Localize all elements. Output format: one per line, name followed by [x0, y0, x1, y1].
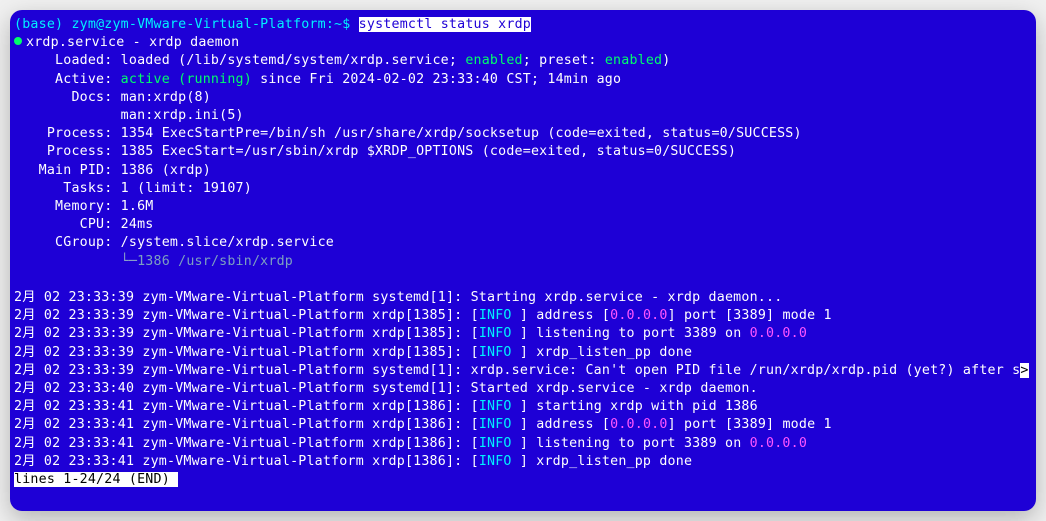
log-info-tag: INFO	[479, 326, 520, 341]
process-1: Process: 1354 ExecStartPre=/bin/sh /usr/…	[14, 126, 802, 141]
log-ts: 2月 02 23:33:41 zym-VMware-Virtual-Platfo…	[14, 399, 471, 414]
unit-line: xrdp.service - xrdp daemon	[26, 35, 239, 50]
log-bracket: ]	[520, 345, 536, 360]
cgroup-child-prefix: └─	[14, 254, 137, 269]
prompt-env: (base)	[14, 17, 63, 32]
loaded-value-a: loaded (/lib/systemd/system/xrdp.service…	[112, 53, 465, 68]
log-msg: xrdp_listen_pp done	[536, 454, 692, 469]
log-info-tag: INFO	[479, 454, 520, 469]
log-info-tag: INFO	[479, 436, 520, 451]
log-bracket: ]	[520, 454, 536, 469]
cpu: CPU: 24ms	[14, 217, 154, 232]
loaded-value-b: ; preset:	[523, 53, 605, 68]
docs-label: Docs:	[14, 90, 112, 105]
log-ts: 2月 02 23:33:39 zym-VMware-Virtual-Platfo…	[14, 363, 471, 378]
loaded-enabled-2: enabled	[605, 53, 662, 68]
log-msg: xrdp.service: Can't open PID file /run/x…	[471, 363, 1021, 378]
cursor	[170, 472, 178, 487]
log-ts: 2月 02 23:33:39 zym-VMware-Virtual-Platfo…	[14, 326, 471, 341]
log-ts: 2月 02 23:33:39 zym-VMware-Virtual-Platfo…	[14, 290, 471, 305]
terminal-output: (base) zym@zym-VMware-Virtual-Platform:~…	[14, 16, 1032, 489]
log-msg: ] port [3389] mode 1	[668, 308, 832, 323]
log-bracket: ]	[520, 399, 536, 414]
memory: Memory: 1.6M	[14, 199, 154, 214]
prompt-user-host: zym@zym-VMware-Virtual-Platform	[71, 17, 325, 32]
cgroup-child: 1386 /usr/sbin/xrdp	[137, 254, 293, 269]
log-ts: 2月 02 23:33:39 zym-VMware-Virtual-Platfo…	[14, 308, 471, 323]
loaded-value-c: )	[662, 53, 670, 68]
log-addr: 0.0.0.0	[750, 436, 807, 451]
process-2: Process: 1385 ExecStart=/usr/sbin/xrdp $…	[14, 144, 736, 159]
log-msg: Starting xrdp.service - xrdp daemon...	[471, 290, 783, 305]
log-bracket: ]	[520, 436, 536, 451]
log-bracket: ]	[520, 308, 536, 323]
docs-1: man:xrdp(8)	[112, 90, 210, 105]
log-addr: 0.0.0.0	[610, 308, 667, 323]
log-bracket: [	[471, 308, 479, 323]
log-area: 2月 02 23:33:39 zym-VMware-Virtual-Platfo…	[14, 290, 1029, 469]
main-pid: Main PID: 1386 (xrdp)	[14, 163, 211, 178]
log-ts: 2月 02 23:33:41 zym-VMware-Virtual-Platfo…	[14, 454, 471, 469]
log-bracket: [	[471, 345, 479, 360]
log-msg: listening to port 3389 on	[536, 436, 749, 451]
terminal-window[interactable]: (base) zym@zym-VMware-Virtual-Platform:~…	[10, 10, 1036, 511]
loaded-enabled-1: enabled	[465, 53, 522, 68]
log-addr: 0.0.0.0	[610, 417, 667, 432]
active-state: active (running)	[121, 72, 252, 87]
status-dot-icon	[14, 37, 22, 45]
log-msg: Started xrdp.service - xrdp daemon.	[471, 381, 758, 396]
prompt-cwd: :~$	[326, 17, 351, 32]
loaded-label: Loaded:	[14, 53, 112, 68]
active-label: Active:	[14, 72, 121, 87]
docs-2: man:xrdp.ini(5)	[14, 108, 244, 123]
log-ts: 2月 02 23:33:41 zym-VMware-Virtual-Platfo…	[14, 436, 471, 451]
log-trunc-icon: >	[1020, 363, 1028, 378]
log-info-tag: INFO	[479, 417, 520, 432]
log-bracket: [	[471, 326, 479, 341]
log-msg: ] port [3389] mode 1	[668, 417, 832, 432]
log-msg: address [	[536, 308, 610, 323]
log-info-tag: INFO	[479, 345, 520, 360]
log-bracket: [	[471, 417, 479, 432]
log-bracket: ]	[520, 326, 536, 341]
log-bracket: [	[471, 454, 479, 469]
cgroup: CGroup: /system.slice/xrdp.service	[14, 235, 334, 250]
log-msg: listening to port 3389 on	[536, 326, 749, 341]
tasks: Tasks: 1 (limit: 19107)	[14, 181, 252, 196]
log-msg: address [	[536, 417, 610, 432]
log-bracket: [	[471, 436, 479, 451]
prompt-command[interactable]: systemctl status xrdp	[359, 17, 531, 32]
log-info-tag: INFO	[479, 308, 520, 323]
active-since: since Fri 2024-02-02 23:33:40 CST; 14min…	[252, 72, 621, 87]
log-msg: starting xrdp with pid 1386	[536, 399, 758, 414]
log-ts: 2月 02 23:33:41 zym-VMware-Virtual-Platfo…	[14, 417, 471, 432]
log-info-tag: INFO	[479, 399, 520, 414]
log-bracket: ]	[520, 417, 536, 432]
log-addr: 0.0.0.0	[750, 326, 807, 341]
log-ts: 2月 02 23:33:40 zym-VMware-Virtual-Platfo…	[14, 381, 471, 396]
log-ts: 2月 02 23:33:39 zym-VMware-Virtual-Platfo…	[14, 345, 471, 360]
log-msg: xrdp_listen_pp done	[536, 345, 692, 360]
pager-status: lines 1-24/24 (END)	[14, 472, 170, 487]
log-bracket: [	[471, 399, 479, 414]
